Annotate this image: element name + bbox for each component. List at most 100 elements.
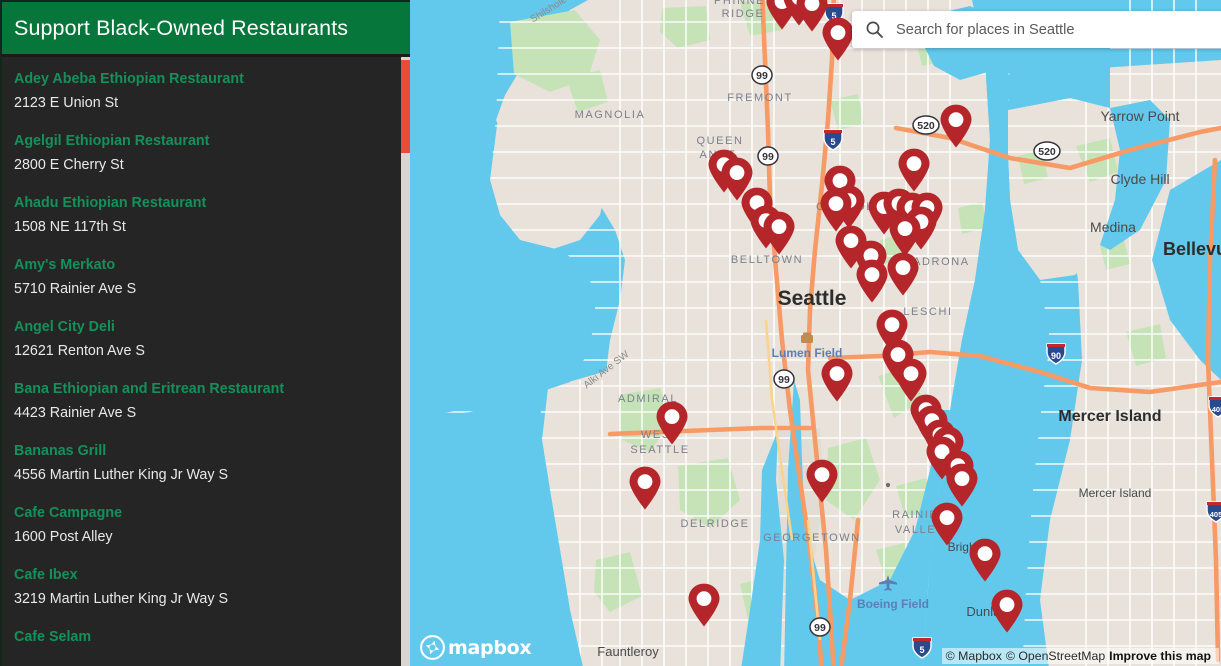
restaurant-address: 4556 Martin Luther King Jr Way S [14, 467, 229, 483]
map-marker-pin[interactable] [888, 213, 922, 257]
map-label-neighborhood: SEATTLE [630, 444, 689, 456]
restaurant-list-item[interactable]: Amy's Merkato 5710 Rainier Ave S [2, 257, 410, 298]
mapbox-compass-icon [420, 635, 445, 660]
restaurant-list-item[interactable]: Ahadu Ethiopian Restaurant 1508 NE 117th … [2, 195, 410, 236]
restaurant-address: 2800 E Cherry St [14, 157, 124, 173]
map-marker-pin[interactable] [939, 104, 973, 148]
map-label-neighborhood: DELRIDGE [680, 518, 749, 530]
map-marker-pin[interactable] [968, 538, 1002, 582]
svg-text:99: 99 [814, 622, 826, 634]
search-icon [865, 20, 884, 39]
improve-this-map-link[interactable]: Improve this map [1109, 649, 1211, 663]
search-input[interactable] [896, 11, 1221, 48]
page-title: Support Black-Owned Restaurants [14, 15, 349, 40]
map-basemap: Seattle Mercer Island Bellevue Yarrow Point… [410, 0, 1221, 666]
restaurant-name[interactable]: Bana Ethiopian and Eritrean Restaurant [14, 381, 398, 398]
map-label-neighborhood: GEORGETOWN [763, 532, 861, 544]
route-shield-icon: 99 [809, 617, 831, 637]
svg-text:90: 90 [1051, 351, 1061, 361]
route-shield-icon: 520 [912, 115, 940, 135]
route-shield-icon: 99 [757, 146, 779, 166]
restaurant-list-item[interactable]: Bana Ethiopian and Eritrean Restaurant 44… [2, 381, 410, 422]
map-marker-pin[interactable] [628, 466, 662, 510]
place-dot-icon [885, 482, 891, 488]
map-canvas[interactable]: Seattle Mercer Island Bellevue Yarrow Point… [410, 0, 1221, 666]
restaurant-name[interactable]: Cafe Selam [14, 629, 398, 646]
app-root: Support Black-Owned Restaurants Adey Abe… [0, 0, 1221, 666]
restaurant-list-item[interactable]: Cafe Ibex 3219 Martin Luther King Jr Way … [2, 567, 410, 608]
map-label-town: Yarrow Point [1100, 108, 1179, 124]
restaurant-address: 3219 Martin Luther King Jr Way S [14, 591, 229, 607]
map-label-neighborhood: BELLTOWN [731, 254, 803, 266]
sidebar-scrollbar-thumb[interactable] [401, 60, 410, 153]
map-marker-pin[interactable] [945, 463, 979, 507]
restaurant-name[interactable]: Angel City Deli [14, 319, 398, 336]
restaurant-address: 1508 NE 117th St [14, 219, 126, 235]
map-marker-pin[interactable] [897, 148, 931, 192]
svg-text:99: 99 [762, 151, 774, 163]
svg-text:520: 520 [1038, 146, 1056, 158]
svg-text:405: 405 [1212, 405, 1221, 414]
map-label-neighborhood: RIDGE [722, 8, 765, 20]
restaurant-list: Adey Abeba Ethiopian Restaurant 2123 E Un… [2, 57, 410, 646]
map-marker-pin[interactable] [820, 358, 854, 402]
map-label-town: Fauntleroy [597, 644, 659, 659]
map-marker-pin[interactable] [930, 502, 964, 546]
map-marker-pin[interactable] [805, 459, 839, 503]
attribution-osm[interactable]: © OpenStreetMap [1006, 649, 1105, 663]
restaurant-name[interactable]: Agelgil Ethiopian Restaurant [14, 133, 398, 150]
map-label-city: Bellevue [1163, 239, 1221, 259]
svg-text:5: 5 [919, 645, 924, 655]
map-marker-pin[interactable] [990, 589, 1024, 633]
svg-text:520: 520 [917, 120, 935, 132]
map-marker-pin[interactable] [687, 583, 721, 627]
map-label-town: Clyde Hill [1110, 171, 1169, 187]
map-marker-pin[interactable] [855, 259, 889, 303]
restaurant-name[interactable]: Bananas Grill [14, 443, 398, 460]
map-label-poi: Boeing Field [857, 597, 929, 611]
restaurant-list-container[interactable]: Adey Abeba Ethiopian Restaurant 2123 E Un… [2, 57, 410, 666]
route-shield-icon: 520 [1033, 141, 1061, 161]
map-label-city: Seattle [778, 287, 847, 310]
restaurant-name[interactable]: Ahadu Ethiopian Restaurant [14, 195, 398, 212]
restaurant-list-item[interactable]: Bananas Grill 4556 Martin Luther King Jr … [2, 443, 410, 484]
route-shield-icon: 99 [773, 369, 795, 389]
map-marker-pin[interactable] [886, 252, 920, 296]
map-label-neighborhood: MAGNOLIA [575, 109, 646, 121]
restaurant-address: 4423 Rainier Ave S [14, 405, 137, 421]
mapbox-wordmark: mapbox [448, 636, 532, 659]
restaurant-list-item[interactable]: Cafe Campagne 1600 Post Alley [2, 505, 410, 546]
map-marker-pin[interactable] [762, 211, 796, 255]
restaurant-list-item[interactable]: Cafe Selam [2, 629, 410, 646]
attribution-mapbox[interactable]: © Mapbox [946, 649, 1002, 663]
restaurant-address: 1600 Post Alley [14, 529, 113, 545]
restaurant-address: 12621 Renton Ave S [14, 343, 145, 359]
search-bar[interactable] [852, 11, 1221, 48]
mapbox-logo[interactable]: mapbox [420, 635, 532, 660]
svg-text:99: 99 [756, 70, 768, 82]
svg-text:405: 405 [1210, 510, 1221, 519]
sidebar-header: Support Black-Owned Restaurants [2, 2, 410, 57]
map-label-neighborhood: QUEEN [696, 135, 743, 147]
map-marker-pin[interactable] [655, 401, 689, 445]
restaurant-name[interactable]: Cafe Ibex [14, 567, 398, 584]
restaurant-list-item[interactable]: Angel City Deli 12621 Renton Ave S [2, 319, 410, 360]
route-shield-icon: 99 [751, 65, 773, 85]
restaurant-name[interactable]: Adey Abeba Ethiopian Restaurant [14, 71, 398, 88]
map-label-city: Mercer Island [1058, 408, 1161, 425]
map-attribution: © Mapbox © OpenStreetMap Improve this map [941, 648, 1219, 664]
map-marker-pin[interactable] [821, 17, 855, 61]
map-label-town: Medina [1090, 219, 1136, 235]
restaurant-list-item[interactable]: Agelgil Ethiopian Restaurant 2800 E Cherr… [2, 133, 410, 174]
sidebar: Support Black-Owned Restaurants Adey Abe… [0, 0, 410, 666]
sidebar-scrollbar-track[interactable] [401, 57, 410, 666]
restaurant-name[interactable]: Cafe Campagne [14, 505, 398, 522]
map-label-neighborhood: FREMONT [727, 92, 793, 104]
restaurant-address: 2123 E Union St [14, 95, 119, 111]
map-label-neighborhood: LESCHI [903, 306, 952, 318]
restaurant-name[interactable]: Amy's Merkato [14, 257, 398, 274]
restaurant-address: 5710 Rainier Ave S [14, 281, 137, 297]
restaurant-list-item[interactable]: Adey Abeba Ethiopian Restaurant 2123 E Un… [2, 71, 410, 112]
svg-text:99: 99 [778, 374, 790, 386]
map-label-town: Mercer Island [1079, 486, 1152, 500]
